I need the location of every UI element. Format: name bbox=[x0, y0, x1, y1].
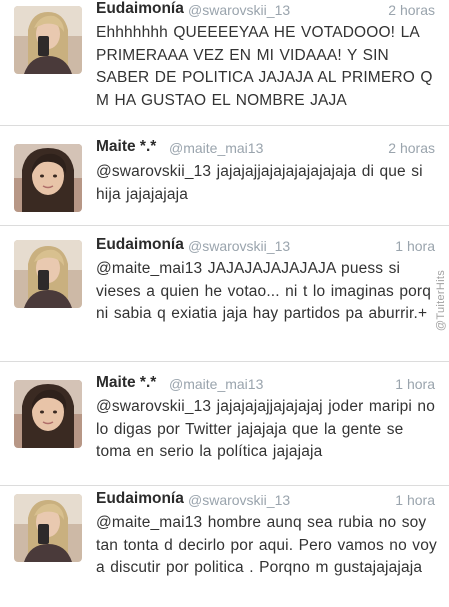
tweet[interactable]: Eudaimonía @swarovskii_13 1 hora @maite_… bbox=[0, 486, 449, 607]
tweet[interactable]: Eudaimonía @swarovskii_13 2 horas Ehhhhh… bbox=[0, 0, 449, 126]
tweet-text: @maite_mai13 JAJAJAJAJAJAJA puess si vie… bbox=[96, 260, 432, 322]
tweet-text: @swarovskii_13 jajajajajjajajajaj joder … bbox=[96, 398, 435, 460]
timestamp[interactable]: 1 hora bbox=[395, 238, 435, 254]
timestamp[interactable]: 1 hora bbox=[395, 492, 435, 508]
tweet[interactable]: Eudaimonía @swarovskii_13 1 hora @maite_… bbox=[0, 226, 449, 362]
tweet[interactable]: Maite *.* @maite_mai13 2 horas @swarovsk… bbox=[0, 126, 449, 226]
avatar[interactable] bbox=[14, 240, 82, 308]
tweet-text: @maite_mai13 hombre aunq sea rubia no so… bbox=[96, 514, 437, 576]
user-handle[interactable]: @swarovskii_13 bbox=[188, 492, 290, 508]
display-name[interactable]: Eudaimonía bbox=[96, 236, 184, 254]
display-name[interactable]: Eudaimonía bbox=[96, 490, 184, 508]
tweet[interactable]: Maite *.* @maite_mai13 1 hora @swarovski… bbox=[0, 362, 449, 486]
user-handle[interactable]: @swarovskii_13 bbox=[188, 2, 290, 18]
watermark-label: @TuiterHits bbox=[435, 270, 447, 332]
display-name[interactable]: Maite *.* bbox=[96, 138, 156, 156]
user-handle[interactable]: @swarovskii_13 bbox=[188, 238, 290, 254]
selfie-avatar-brunette bbox=[14, 380, 82, 448]
selfie-avatar-blonde bbox=[14, 240, 82, 308]
selfie-avatar-blonde bbox=[14, 6, 82, 74]
avatar[interactable] bbox=[14, 494, 82, 562]
timestamp[interactable]: 2 horas bbox=[388, 2, 435, 18]
user-handle[interactable]: @maite_mai13 bbox=[169, 140, 263, 156]
avatar[interactable] bbox=[14, 6, 82, 74]
timestamp[interactable]: 2 horas bbox=[388, 140, 435, 156]
display-name[interactable]: Maite *.* bbox=[96, 374, 156, 392]
tweet-feed: Eudaimonía @swarovskii_13 2 horas Ehhhhh… bbox=[0, 0, 449, 607]
selfie-avatar-blonde bbox=[14, 494, 82, 562]
user-handle[interactable]: @maite_mai13 bbox=[169, 376, 263, 392]
avatar[interactable] bbox=[14, 144, 82, 212]
tweet-text: Ehhhhhhh QUEEEEYAA HE VOTADOOO! LA PRIME… bbox=[96, 24, 433, 109]
timestamp[interactable]: 1 hora bbox=[395, 376, 435, 392]
display-name[interactable]: Eudaimonía bbox=[96, 0, 184, 18]
tweet-text: @swarovskii_13 jajajajjajajajajajajaja d… bbox=[96, 163, 423, 203]
avatar[interactable] bbox=[14, 380, 82, 448]
selfie-avatar-brunette bbox=[14, 144, 82, 212]
